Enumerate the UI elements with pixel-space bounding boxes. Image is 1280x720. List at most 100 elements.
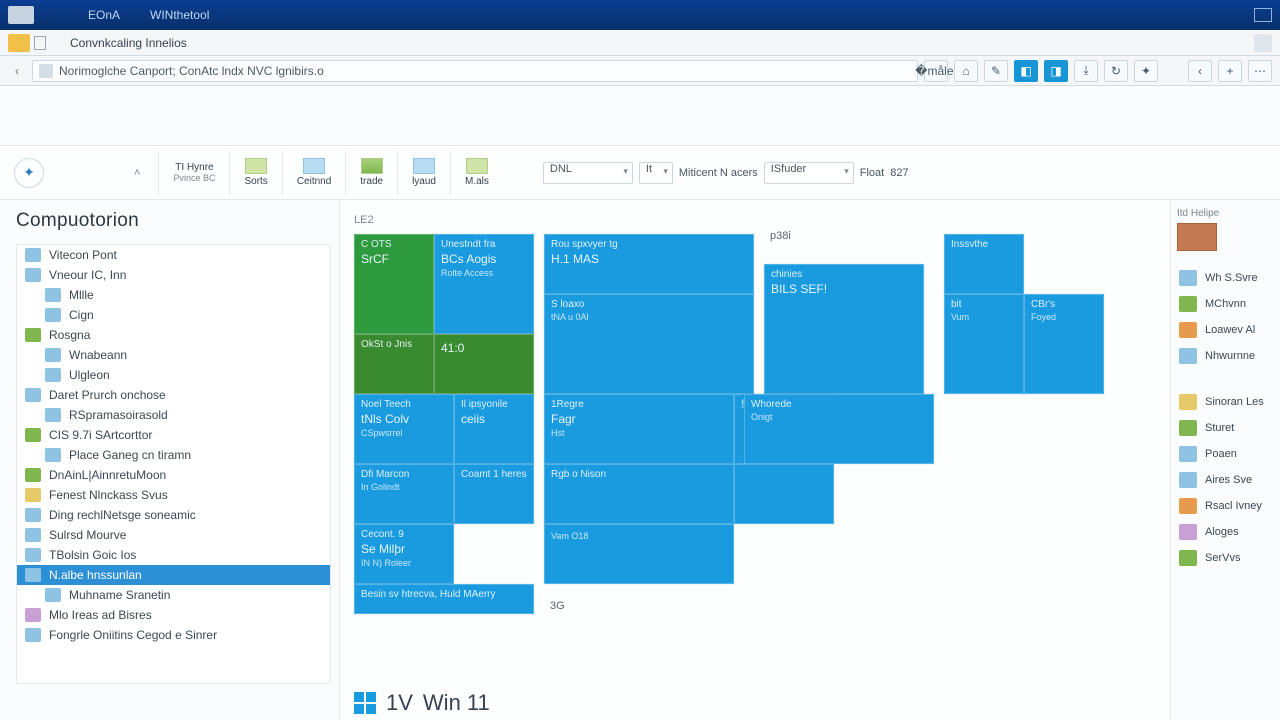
toolgroup-6[interactable]: M.als [450,151,503,195]
rail-item[interactable]: Wh S.Svre [1177,265,1274,291]
tool-prev-icon[interactable]: ‹ [1188,60,1212,82]
toolgroup-4-label: trade [360,176,383,187]
rail-item[interactable]: Rsacl Ivney [1177,493,1274,519]
tile[interactable]: 1RegreFagrHst [544,394,734,464]
tree-node[interactable]: Place Ganeg cn tiramn [17,445,330,465]
tile[interactable] [734,464,834,524]
tree-node[interactable]: Mlo Ireas ad Bisres [17,605,330,625]
select-3[interactable]: ISfuder [764,162,854,184]
tree-node[interactable]: Daret Prurch onchose [17,385,330,405]
rail-item[interactable]: Aloges [1177,519,1274,545]
tool-view1-icon[interactable]: ◧ [1014,60,1038,82]
tile[interactable]: Unestndt fraBCs AogisRolte Access [434,234,534,334]
tile[interactable]: Il ipsyonileceiis [454,394,534,464]
rail-item[interactable]: MChvnn [1177,291,1274,317]
tree-node-label: Daret Prurch onchose [49,388,166,402]
rail-list: Wh S.SvreMChvnnLoawev AlNhwurnne Sinoran … [1177,265,1274,571]
tile[interactable]: 41:0 [434,334,534,394]
breadcrumb[interactable]: Norimoglche Canport; ConAtc lndx NVC lgn… [32,60,918,82]
tree-node[interactable]: Fongrle Oniitins Cegod e Sinrer [17,625,330,645]
window-control-icon[interactable] [8,6,34,24]
tree-node[interactable]: N.albe hnssunlan [17,565,330,585]
float-label-1: p38i [770,230,791,242]
tool-home-icon[interactable]: ⌂ [954,60,978,82]
rail-item[interactable]: Poaen [1177,441,1274,467]
tile[interactable]: C OTSSrCF [354,234,434,334]
nav-tree[interactable]: Vitecon PontVneour IC, InnMllleCignRosgn… [16,244,331,684]
rail-item[interactable]: Aires Sve [1177,467,1274,493]
tile[interactable]: chiniesBILS SEF! [764,264,924,394]
tool-more-icon[interactable]: ⋯ [1248,60,1272,82]
tile[interactable]: Dfi MarconIn Golindt [354,464,454,524]
tree-node[interactable]: Vitecon Pont [17,245,330,265]
tree-node[interactable]: Fenest Nlnckass Svus [17,485,330,505]
tile-line3: Vam O18 [551,531,727,541]
tile[interactable]: Rgb o Nison [544,464,734,524]
tool-view2-icon[interactable]: ◨ [1044,60,1068,82]
rail-item[interactable]: Sinoran Les [1177,389,1274,415]
rail-item-icon [1179,550,1197,566]
select-1[interactable]: DNL [543,162,633,184]
tile[interactable]: Vam O18 [544,524,734,584]
toolgroup-1[interactable]: TI Hynre Pvince BC [158,151,229,195]
tree-node-icon [25,428,41,442]
tree-node-icon [25,328,41,342]
toolgroup-3[interactable]: Ceitnnd [282,151,345,195]
tool-star-icon[interactable]: ✦ [1134,60,1158,82]
tile[interactable]: Inssvthe [944,234,1024,294]
ribbon-spacer [0,86,1280,146]
tree-node-label: Mlo Ireas ad Bisres [49,608,152,622]
nav-back-icon[interactable]: ‹ [8,64,26,78]
rail-thumbnail-icon[interactable] [1177,223,1217,251]
tree-node[interactable]: Muhname Sranetin [17,585,330,605]
rail-item[interactable]: Sturet [1177,415,1274,441]
tool-edit-icon[interactable]: ✎ [984,60,1008,82]
tree-node[interactable]: Mllle [17,285,330,305]
file-button-icon[interactable] [8,34,30,52]
brand-name: Win 11 [423,690,490,716]
compass-button-icon[interactable]: ✦ [14,158,44,188]
tile[interactable]: Cecont. 9Se MilþrIN N) Roleer [354,524,454,584]
tile[interactable]: Noel TeechtNls ColvCSpwsrrel [354,394,454,464]
toolgroup-2[interactable]: Sorts [229,151,281,195]
select-2[interactable]: It [639,162,673,184]
tile[interactable]: Rou spxvyer tgH.1 MAS [544,234,754,294]
tree-node[interactable]: Cign [17,305,330,325]
tree-node[interactable]: TBolsin Goic Ios [17,545,330,565]
tile-line1: 1Regre [551,399,727,410]
tree-node-label: DnAinL|AinnretuMoon [49,468,166,482]
tile[interactable]: Besin sv htrecva, Huld MAerry [354,584,534,614]
tile[interactable]: S loaxotNA u 0Al [544,294,754,394]
toolgroup-5[interactable]: lyaud [397,151,450,195]
tree-node-icon [25,608,41,622]
tree-node[interactable]: Rosgna [17,325,330,345]
canvas[interactable]: LE2 C OTSSrCFUnestndt fraBCs AogisRolte … [340,200,1170,720]
tile[interactable]: CBr'sFoyed [1024,294,1104,394]
chevron-up-icon[interactable]: ˄ [134,167,140,179]
tree-node[interactable]: Wnabeann [17,345,330,365]
maximize-icon[interactable] [1254,8,1272,22]
user-badge-icon[interactable] [1254,34,1272,52]
tree-node[interactable]: Ding rechlNetsge soneamic [17,505,330,525]
ribbon-tab[interactable]: Convnkcaling Innelios [70,36,187,50]
tree-node[interactable]: Sulrsd Mourve [17,525,330,545]
tree-node[interactable]: CIS 9.7i SArtcorttor [17,425,330,445]
tool-refresh-icon[interactable]: ↻ [1104,60,1128,82]
tile[interactable]: OkSt o Jnis [354,334,434,394]
tool-add-icon[interactable]: + [1218,60,1242,82]
tree-node[interactable]: DnAinL|AinnretuMoon [17,465,330,485]
tile-line2: Fagr [551,412,727,426]
tile[interactable]: Coamt 1 heres [454,464,534,524]
tile[interactable]: WhoredeOnigt [744,394,934,464]
tree-node[interactable]: Ulgleon [17,365,330,385]
tool-layout-icon[interactable]: �målet [924,60,948,82]
toolgroup-4[interactable]: trade [345,151,397,195]
tree-node[interactable]: Vneour IC, Inn [17,265,330,285]
rail-item[interactable]: Loawev Al [1177,317,1274,343]
tool-download-icon[interactable]: ⤓ [1074,60,1098,82]
tree-node[interactable]: RSpramasoirasold [17,405,330,425]
rail-item[interactable]: Nhwurnne [1177,343,1274,369]
tile[interactable]: bitVum [944,294,1024,394]
quick-access-icon[interactable] [34,36,46,50]
rail-item[interactable]: SerVvs [1177,545,1274,571]
